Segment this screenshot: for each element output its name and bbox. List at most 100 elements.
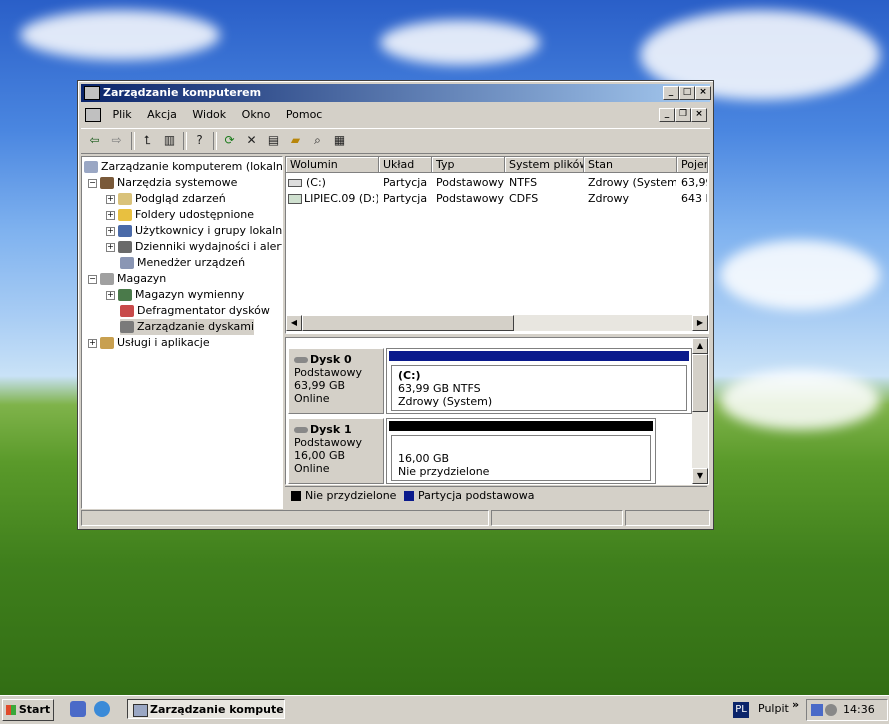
scroll-thumb[interactable] [302,315,514,331]
column-header-filesystem[interactable]: System plików [505,157,584,173]
scroll-right-button[interactable]: ▶ [692,315,708,331]
start-button[interactable]: Start [2,699,54,721]
collapse-toggle[interactable]: − [88,178,97,188]
volume-name-cell: (C:) [288,175,378,191]
tree-item-local-users[interactable]: + Użytkownicy i grupy lokalne [106,223,282,239]
disk-name: Dysk 1 [310,423,352,436]
computer-icon[interactable] [85,108,101,122]
tree-item-defragmenter[interactable]: Defragmentator dysków [120,303,270,319]
scroll-left-button[interactable]: ◀ [286,315,302,331]
expand-toggle[interactable]: + [106,194,115,204]
scroll-down-button[interactable]: ▼ [692,468,708,484]
collapse-toggle[interactable]: − [88,274,97,284]
child-close-button[interactable]: × [691,108,707,122]
status-cell: Zdrowy [588,192,630,205]
menu-widok[interactable]: Widok [192,108,226,121]
scroll-up-button[interactable]: ▲ [692,338,708,354]
tree-item-storage[interactable]: − Magazyn [88,271,166,287]
tree-item-device-manager[interactable]: Menedżer urządzeń [120,255,245,271]
volume-icon[interactable] [825,704,837,716]
close-button[interactable]: × [695,86,711,100]
menu-okno[interactable]: Okno [242,108,271,121]
show-desktop-icon[interactable] [70,701,86,717]
menu-pomoc[interactable]: Pomoc [286,108,322,121]
open-icon[interactable]: ▰ [287,132,304,149]
disk-1-label[interactable]: Dysk 1 Podstawowy 16,00 GB Online [288,418,384,484]
column-header-volume[interactable]: Wolumin [286,157,379,173]
tree-item-shared-folders[interactable]: + Foldery udostępnione [106,207,254,223]
back-icon[interactable]: ⇦ [86,132,103,149]
computer-icon [84,86,100,100]
up-folder-icon[interactable]: ⮤ [139,132,156,149]
status-panel [81,510,489,526]
child-minimize-button[interactable]: _ [659,108,675,122]
column-header-status[interactable]: Stan [584,157,677,173]
drive-icon [288,179,302,187]
expand-toggle[interactable]: + [88,338,97,348]
partition-status: Zdrowy (System) [398,395,493,408]
menu-plik[interactable]: Plik [113,108,132,121]
network-icon[interactable] [811,704,823,716]
help-icon[interactable]: ? [191,132,208,149]
horizontal-scrollbar[interactable]: ◀ ▶ [286,315,708,331]
language-indicator[interactable]: PL [733,702,749,718]
tree-label: Menedżer urządzeń [137,256,246,269]
layout-cell: Partycja [383,176,428,189]
tree-label: Zarządzanie dyskami [137,320,255,333]
forward-icon[interactable]: ⇨ [108,132,125,149]
tree-item-disk-management[interactable]: Zarządzanie dyskami [120,319,255,335]
internet-explorer-icon[interactable] [94,701,110,717]
menu-akcja[interactable]: Akcja [147,108,177,121]
partition-status: Nie przydzielone [398,465,490,478]
minimize-button[interactable]: _ [663,86,679,100]
tree-item-perf-logs[interactable]: + Dzienniki wydajności i alerty [106,239,282,255]
disk-type: Podstawowy [294,366,362,379]
export-icon[interactable]: ▦ [331,132,348,149]
status-cell: Zdrowy (System) [588,176,676,189]
vertical-scrollbar[interactable]: ▲ ▼ [692,338,708,484]
computer-icon [133,704,148,717]
delete-icon[interactable]: ✕ [243,132,260,149]
tree-item-removable-storage[interactable]: + Magazyn wymienny [106,287,244,303]
clock[interactable]: 14:36 [843,703,875,716]
tree-label: Zarządzanie komputerem (lokalne) [101,160,283,173]
expand-toggle[interactable]: + [106,226,115,236]
tree-label: Usługi i aplikacje [117,336,210,349]
column-header-type[interactable]: Typ [432,157,505,173]
taskbar-button-computer-management[interactable]: Zarządzanie kompute... [127,699,285,719]
toolbar-separator [183,132,187,150]
show-hide-tree-icon[interactable]: ▥ [161,132,178,149]
users-icon [118,225,132,237]
status-panel [491,510,623,526]
refresh-icon[interactable]: ⟳ [221,132,238,149]
properties-icon[interactable]: ▤ [265,132,282,149]
status-panel [625,510,710,526]
desktop-toolbar-label[interactable]: Pulpit [758,699,789,719]
column-header-capacity[interactable]: Pojem [677,157,708,173]
child-restore-button[interactable]: ❐ [675,108,691,122]
window-titlebar[interactable]: Zarządzanie komputerem _ □ × [81,84,711,102]
tree-item-root[interactable]: Zarządzanie komputerem (lokalne) [84,159,283,175]
computer-icon [84,161,98,173]
expand-toggle[interactable]: + [106,290,115,300]
scroll-thumb[interactable] [692,354,708,412]
taskbar: Start Zarządzanie kompute... PL Pulpit »… [0,695,889,724]
tree-item-event-viewer[interactable]: + Podgląd zdarzeń [106,191,226,207]
expand-toggle[interactable]: + [106,242,115,252]
disk-0-label[interactable]: Dysk 0 Podstawowy 63,99 GB Online [288,348,384,414]
disk-size: 63,99 GB [294,379,346,392]
tree-item-system-tools[interactable]: − Narzędzia systemowe [88,175,237,191]
unallocated-space[interactable]: 16,00 GB Nie przydzielone [391,435,651,481]
volume-name-cell: LIPIEC.09 (D:) [288,191,378,207]
disk-1-partitions: 16,00 GB Nie przydzielone [386,418,656,484]
primary-swatch [403,491,414,501]
partition-c[interactable]: (C:) 63,99 GB NTFS Zdrowy (System) [391,365,687,411]
search-icon[interactable]: ⌕ [309,132,326,149]
toolbar-expand-icon[interactable]: » [792,698,799,712]
legend: Nie przydzielone Partycja podstawowa [285,486,707,505]
expand-toggle[interactable]: + [106,210,115,220]
tree-item-services-apps[interactable]: + Usługi i aplikacje [88,335,210,351]
column-header-layout[interactable]: Układ [379,157,432,173]
maximize-button[interactable]: □ [679,86,695,100]
storage-icon [100,273,114,285]
